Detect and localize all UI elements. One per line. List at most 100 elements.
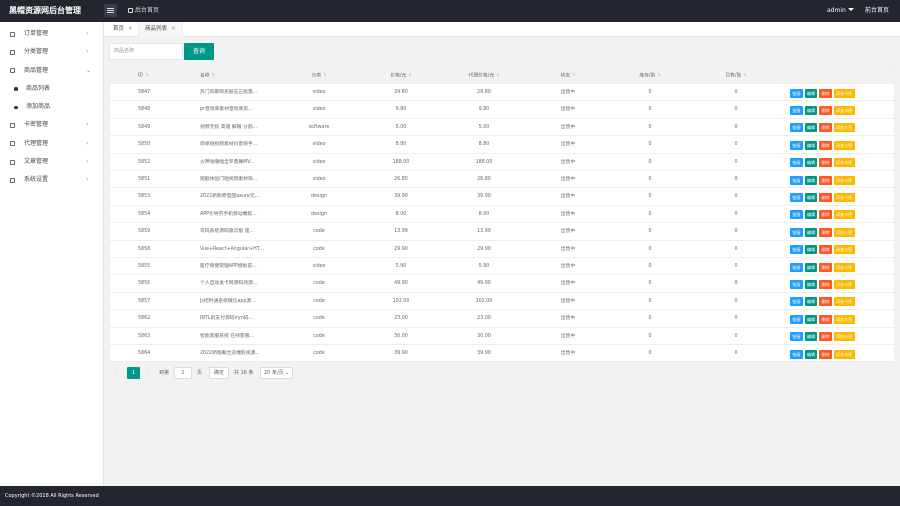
add-card-button[interactable]: 添加卡密	[833, 332, 855, 342]
link-button[interactable]: 链接	[790, 140, 803, 150]
delete-button[interactable]: 删除	[819, 88, 832, 98]
column-header-price[interactable]: 价格/元 ⇅	[373, 66, 429, 86]
tab-home[interactable]: 首页 ✕	[113, 22, 133, 37]
column-header-category[interactable]: 分类 ⇅	[298, 66, 340, 86]
delete-button[interactable]: 删除	[819, 349, 832, 359]
edit-button[interactable]: 编辑	[804, 140, 818, 150]
add-card-button[interactable]: 添加卡密	[833, 192, 855, 202]
add-card-button[interactable]: 添加卡密	[833, 314, 855, 324]
column-header-agent_price[interactable]: 代理价格/元 ⇅	[454, 66, 514, 86]
sidebar-item-5[interactable]: 文章管理 ‹	[0, 153, 103, 171]
add-card-button[interactable]: 添加卡密	[833, 123, 855, 133]
link-button[interactable]: 链接	[790, 245, 803, 255]
delete-button[interactable]: 删除	[819, 297, 832, 307]
delete-button[interactable]: 删除	[819, 105, 832, 115]
search-button[interactable]: 查询	[184, 43, 214, 60]
close-icon[interactable]: ✕	[171, 26, 176, 32]
page-size-select[interactable]: 20 条/页 ⌄	[260, 367, 294, 379]
next-page-button[interactable]: ›	[148, 367, 150, 379]
column-header-id[interactable]: ID ⇅	[138, 66, 168, 86]
add-card-button[interactable]: 添加卡密	[833, 245, 855, 255]
sidebar-item-1[interactable]: 分类管理 ‹	[0, 43, 103, 61]
edit-button[interactable]: 编辑	[804, 279, 818, 289]
add-card-button[interactable]: 添加卡密	[833, 88, 855, 98]
goto-page-input[interactable]: 1	[174, 367, 192, 379]
add-card-button[interactable]: 添加卡密	[833, 158, 855, 168]
link-button[interactable]: 链接	[790, 105, 803, 115]
delete-button[interactable]: 删除	[819, 123, 832, 133]
edit-button[interactable]: 编辑	[804, 297, 818, 307]
sort-icon[interactable]: ⇅	[408, 66, 411, 84]
column-header-stock[interactable]: 库存/张 ⇅	[622, 66, 678, 86]
edit-button[interactable]: 编辑	[804, 105, 818, 115]
menu-toggle-button[interactable]	[104, 4, 117, 17]
edit-button[interactable]: 编辑	[804, 192, 818, 202]
add-card-button[interactable]: 添加卡密	[833, 140, 855, 150]
current-page[interactable]: 1	[127, 367, 140, 379]
sort-icon[interactable]: ⇅	[323, 66, 326, 84]
sidebar-subitem-2-1[interactable]: 添加商品	[0, 98, 103, 116]
edit-button[interactable]: 编辑	[804, 227, 818, 237]
link-button[interactable]: 链接	[790, 297, 803, 307]
link-button[interactable]: 链接	[790, 314, 803, 324]
add-card-button[interactable]: 添加卡密	[833, 297, 855, 307]
link-button[interactable]: 链接	[790, 279, 803, 289]
delete-button[interactable]: 删除	[819, 175, 832, 185]
goods-name-search-input[interactable]: 商品名称	[109, 43, 183, 60]
sort-icon[interactable]: ⇅	[743, 66, 746, 84]
sidebar-item-4[interactable]: 代理管理 ‹	[0, 135, 103, 153]
link-button[interactable]: 链接	[790, 262, 803, 272]
add-card-button[interactable]: 添加卡密	[833, 210, 855, 220]
edit-button[interactable]: 编辑	[804, 210, 818, 220]
edit-button[interactable]: 编辑	[804, 158, 818, 168]
delete-button[interactable]: 删除	[819, 314, 832, 324]
tab-goods-list[interactable]: 商品列表 ✕	[138, 22, 183, 37]
link-button[interactable]: 链接	[790, 210, 803, 220]
sort-icon[interactable]: ⇅	[496, 66, 499, 84]
prev-page-button[interactable]: ‹	[114, 367, 116, 379]
link-button[interactable]: 链接	[790, 192, 803, 202]
link-button[interactable]: 链接	[790, 88, 803, 98]
user-menu[interactable]: admin	[827, 0, 854, 22]
sidebar-item-3[interactable]: 卡密管理 ‹	[0, 116, 103, 134]
column-header-status[interactable]: 状态 ⇅	[540, 66, 596, 86]
edit-button[interactable]: 编辑	[804, 332, 818, 342]
delete-button[interactable]: 删除	[819, 210, 832, 220]
edit-button[interactable]: 编辑	[804, 88, 818, 98]
sort-icon[interactable]: ⇅	[145, 66, 148, 84]
sidebar-item-0[interactable]: 订单管理 ‹	[0, 25, 103, 43]
edit-button[interactable]: 编辑	[804, 262, 818, 272]
link-button[interactable]: 链接	[790, 175, 803, 185]
sort-icon[interactable]: ⇅	[572, 66, 575, 84]
sidebar-item-2[interactable]: 商品管理 ⌄	[0, 62, 103, 80]
link-button[interactable]: 链接	[790, 227, 803, 237]
edit-button[interactable]: 编辑	[804, 349, 818, 359]
delete-button[interactable]: 删除	[819, 158, 832, 168]
admin-home-link[interactable]: 后台首页	[128, 0, 159, 22]
delete-button[interactable]: 删除	[819, 140, 832, 150]
column-header-sold[interactable]: 已售/张 ⇅	[708, 66, 764, 86]
add-card-button[interactable]: 添加卡密	[833, 227, 855, 237]
column-header-name[interactable]: 名称 ⇅	[200, 66, 266, 86]
sidebar-subitem-2-0[interactable]: 商品列表	[0, 80, 103, 98]
sort-icon[interactable]: ⇅	[657, 66, 660, 84]
add-card-button[interactable]: 添加卡密	[833, 349, 855, 359]
sort-icon[interactable]: ⇅	[212, 66, 215, 84]
delete-button[interactable]: 删除	[819, 279, 832, 289]
front-home-link[interactable]: 前台首页	[865, 0, 889, 22]
edit-button[interactable]: 编辑	[804, 175, 818, 185]
add-card-button[interactable]: 添加卡密	[833, 105, 855, 115]
link-button[interactable]: 链接	[790, 349, 803, 359]
delete-button[interactable]: 删除	[819, 332, 832, 342]
delete-button[interactable]: 删除	[819, 245, 832, 255]
link-button[interactable]: 链接	[790, 123, 803, 133]
edit-button[interactable]: 编辑	[804, 123, 818, 133]
delete-button[interactable]: 删除	[819, 227, 832, 237]
delete-button[interactable]: 删除	[819, 192, 832, 202]
goto-confirm-button[interactable]: 确定	[209, 367, 230, 379]
edit-button[interactable]: 编辑	[804, 314, 818, 324]
add-card-button[interactable]: 添加卡密	[833, 262, 855, 272]
delete-button[interactable]: 删除	[819, 262, 832, 272]
close-icon[interactable]: ✕	[128, 26, 133, 32]
link-button[interactable]: 链接	[790, 332, 803, 342]
